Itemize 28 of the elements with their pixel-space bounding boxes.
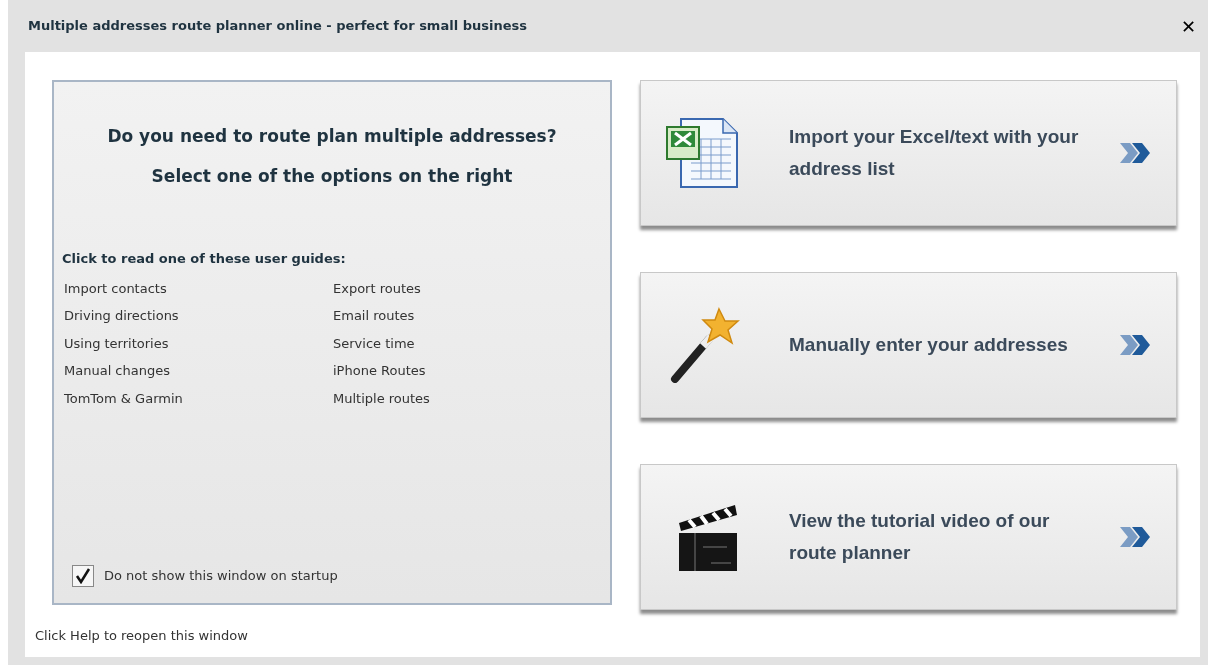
double-chevron-icon [1118, 141, 1152, 165]
guides-heading: Click to read one of these user guides: [62, 250, 347, 268]
intro-question: Do you need to route plan multiple addresses? [106, 125, 558, 148]
option-label: View the tutorial video of our route planner [789, 509, 1051, 565]
guide-link[interactable]: Email routes [333, 306, 415, 326]
option-label: Manually enter your addresses [789, 333, 1069, 357]
checkmark-icon [75, 568, 91, 584]
intro-instruction: Select one of the options on the right [150, 164, 514, 188]
guide-link[interactable]: Import contacts [64, 278, 167, 298]
window-title: Multiple addresses route planner online - perfect for small business [28, 17, 527, 36]
guide-link[interactable]: iPhone Routes [333, 361, 426, 381]
close-button[interactable]: ✕ [1180, 12, 1196, 40]
guide-link[interactable]: Manual changes [64, 361, 170, 381]
guide-link[interactable]: Export routes [333, 278, 421, 298]
checkbox[interactable] [72, 565, 94, 587]
guide-link[interactable]: Multiple routes [333, 388, 430, 408]
guide-link[interactable]: Service time [333, 333, 415, 353]
double-chevron-icon [1118, 333, 1152, 357]
option-label: Import your Excel/text with your address list [789, 125, 1079, 181]
footer-text: Click Help to reopen this window [35, 627, 249, 645]
guide-link[interactable]: Using territories [64, 333, 169, 353]
double-chevron-icon [1118, 525, 1152, 549]
option-button[interactable]: Import your Excel/text with your address list [640, 80, 1177, 226]
guide-link[interactable]: Driving directions [64, 306, 179, 326]
guide-link[interactable]: TomTom & Garmin [64, 388, 183, 408]
option-button[interactable]: View the tutorial video of our route planner [640, 464, 1177, 610]
option-button[interactable]: Manually enter your addresses [640, 272, 1177, 418]
checkbox-label: Do not show this window on startup [104, 567, 338, 586]
